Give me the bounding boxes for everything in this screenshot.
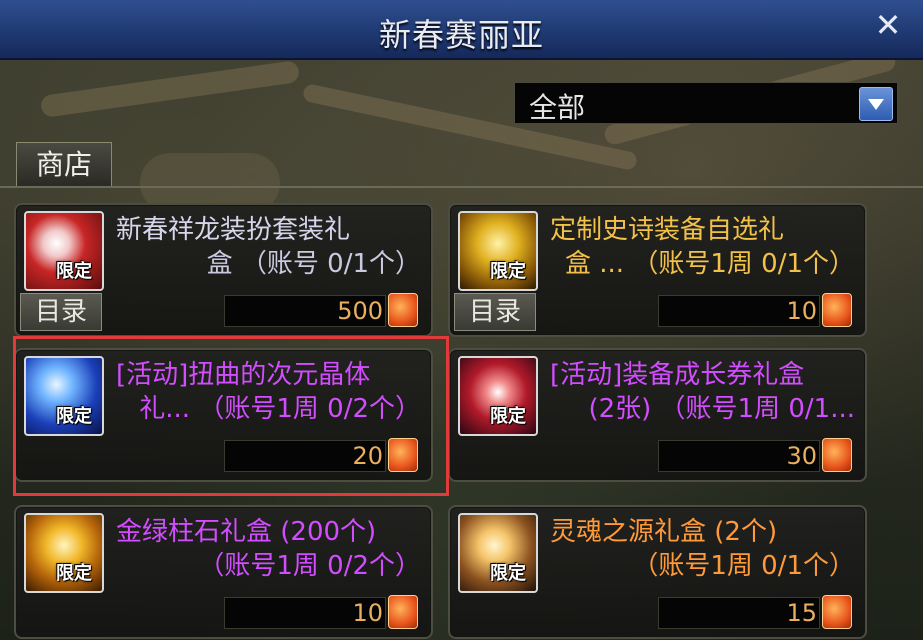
tab-shop[interactable]: 商店: [16, 142, 112, 187]
item-price: 10: [352, 599, 383, 627]
item-name: 金绿柱石礼盒 (200个): [116, 517, 377, 547]
shop-item-card[interactable]: 限定 金绿柱石礼盒 (200个) （账号1周 0/2个） 10: [14, 505, 433, 639]
limited-badge: 限定: [56, 261, 92, 282]
limited-badge: 限定: [56, 563, 92, 584]
filter-selected-value: 全部: [529, 91, 586, 124]
currency-icon: [822, 595, 852, 629]
price-box: 500: [224, 295, 386, 327]
limited-badge: 限定: [490, 261, 526, 282]
item-name: 新春祥龙装扮套装礼: [116, 215, 351, 245]
shop-item-card[interactable]: 限定 定制史诗装备自选礼 盒 ... （账号1周 0/1个） 目录 10: [448, 203, 867, 337]
catalog-button[interactable]: 目录: [454, 293, 536, 331]
dropdown-arrow-icon[interactable]: [859, 87, 893, 121]
limited-badge: 限定: [490, 406, 526, 427]
selection-highlight: [13, 336, 449, 496]
item-limit: 盒 ... （账号1周 0/1个）: [565, 249, 855, 279]
item-price: 30: [786, 442, 817, 470]
item-price: 10: [786, 297, 817, 325]
gift-box-icon: 限定: [24, 211, 104, 291]
item-name: [活动]装备成长券礼盒: [550, 360, 805, 390]
treasure-chest-icon: 限定: [458, 211, 538, 291]
item-price: 15: [786, 599, 817, 627]
item-limit: (2张) （账号1周 0/1...: [588, 394, 855, 424]
catalog-button[interactable]: 目录: [20, 293, 102, 331]
window-titlebar: 新春赛丽亚 ✕: [0, 0, 923, 60]
item-limit: 盒 （账号 0/1个）: [206, 249, 421, 279]
item-limit: （账号1周 0/1个）: [632, 551, 855, 581]
item-name: 灵魂之源礼盒 (2个): [550, 517, 778, 547]
close-icon[interactable]: ✕: [871, 8, 905, 42]
price-box: 15: [658, 597, 820, 629]
soul-icon: 限定: [458, 513, 538, 593]
currency-icon: [388, 595, 418, 629]
category-filter-select[interactable]: 全部: [514, 82, 898, 124]
shop-item-card[interactable]: 限定 [活动]装备成长券礼盒 (2张) （账号1周 0/1... 30: [448, 348, 867, 482]
price-box: 30: [658, 440, 820, 472]
price-box: 10: [224, 597, 386, 629]
tab-divider: [0, 186, 923, 188]
item-limit: （账号1周 0/2个）: [198, 551, 421, 581]
gem-icon: 限定: [24, 513, 104, 593]
currency-icon: [388, 293, 418, 327]
window-title: 新春赛丽亚: [378, 16, 544, 54]
shop-item-card[interactable]: 限定 灵魂之源礼盒 (2个) （账号1周 0/1个） 15: [448, 505, 867, 639]
currency-icon: [822, 438, 852, 472]
item-price: 500: [337, 297, 383, 325]
shop-item-card[interactable]: 限定 新春祥龙装扮套装礼 盒 （账号 0/1个） 目录 500: [14, 203, 433, 337]
currency-icon: [822, 293, 852, 327]
limited-badge: 限定: [490, 563, 526, 584]
ticket-icon: 限定: [458, 356, 538, 436]
price-box: 10: [658, 295, 820, 327]
item-name: 定制史诗装备自选礼: [550, 215, 785, 245]
